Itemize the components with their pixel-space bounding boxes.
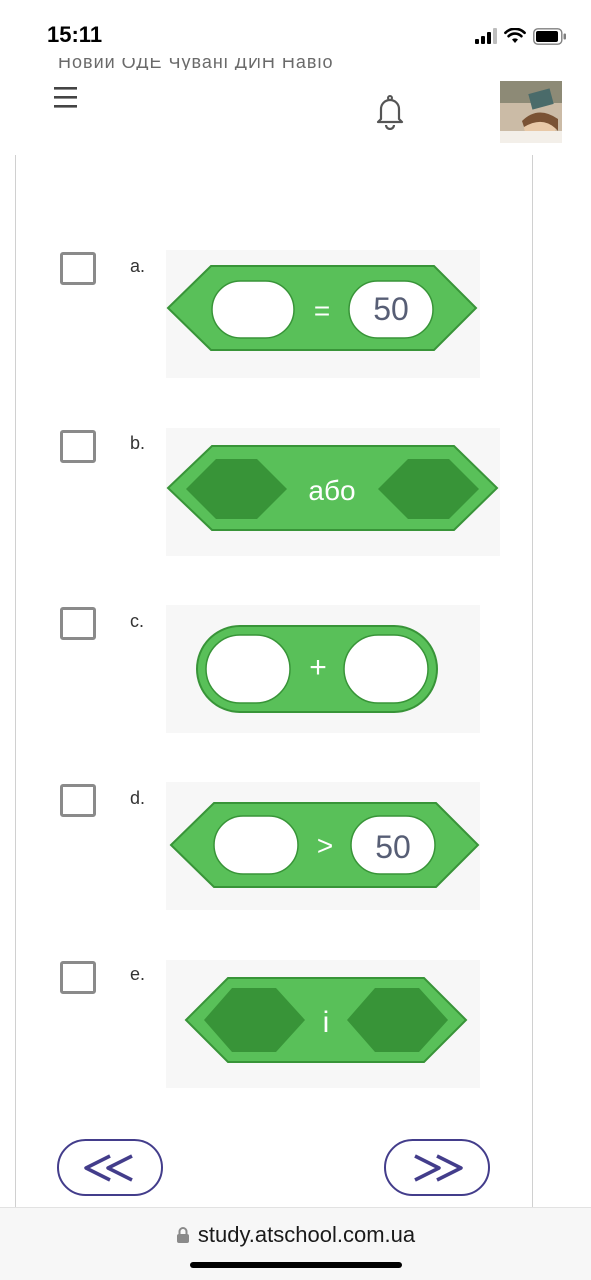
block-operator: + <box>309 651 327 684</box>
option-checkbox[interactable] <box>60 252 96 285</box>
header-cut-text-content: Новий ОДЕ Чувані ДИН Навіо <box>58 58 334 70</box>
battery-icon <box>533 27 566 45</box>
next-page-button[interactable] <box>384 1139 490 1196</box>
wifi-icon <box>504 28 526 43</box>
double-chevron-right-icon <box>414 1153 463 1182</box>
scratch-block-image: > 50 <box>166 782 480 910</box>
option-letter: a. <box>130 256 146 276</box>
url-wrap: study.atschool.com.ua <box>0 1222 591 1248</box>
status-time: 15:11 <box>47 22 103 47</box>
answer-option-a: a. = 50 <box>0 250 591 380</box>
status-icons <box>475 26 567 46</box>
page: 15:11 Новий ОДЕ Чувані ДИН Навіо a. = 50… <box>0 0 591 1280</box>
url-text: study.atschool.com.ua <box>197 1222 416 1247</box>
header-cut-text: Новий ОДЕ Чувані ДИН Навіо <box>58 58 418 70</box>
answer-option-b: b. або <box>0 428 591 558</box>
answer-option-c: c. + <box>0 605 591 735</box>
block-label: і <box>323 1006 330 1039</box>
scratch-block-image: або <box>166 428 500 556</box>
lock-icon <box>176 1227 189 1243</box>
option-checkbox[interactable] <box>60 607 96 640</box>
option-letter: d. <box>130 788 146 808</box>
scratch-block-image: = 50 <box>166 250 480 378</box>
block-operator: > <box>317 830 333 861</box>
previous-page-button[interactable] <box>57 1139 163 1196</box>
double-chevron-left-icon <box>84 1153 133 1182</box>
scratch-block-image: + <box>166 605 480 733</box>
option-letter: c. <box>130 611 145 631</box>
option-letter: e. <box>130 964 146 984</box>
home-indicator <box>190 1262 402 1268</box>
block-label: або <box>308 475 355 506</box>
block-value: 50 <box>373 291 409 327</box>
browser-url-bar[interactable]: study.atschool.com.ua <box>0 1207 591 1280</box>
bell-icon[interactable] <box>373 94 407 131</box>
block-value: 50 <box>375 829 411 865</box>
scratch-block-image: і <box>166 960 480 1088</box>
option-checkbox[interactable] <box>60 430 96 463</box>
avatar[interactable] <box>500 81 562 143</box>
answer-option-e: e. і <box>0 960 591 1090</box>
block-operator: = <box>314 295 330 326</box>
menu-icon[interactable] <box>54 84 78 112</box>
empty-input-slot <box>211 280 295 339</box>
option-checkbox[interactable] <box>60 784 96 817</box>
answer-option-d: d. > 50 <box>0 782 591 912</box>
signal-icon <box>475 28 497 44</box>
option-checkbox[interactable] <box>60 961 96 994</box>
option-letter: b. <box>130 433 146 453</box>
